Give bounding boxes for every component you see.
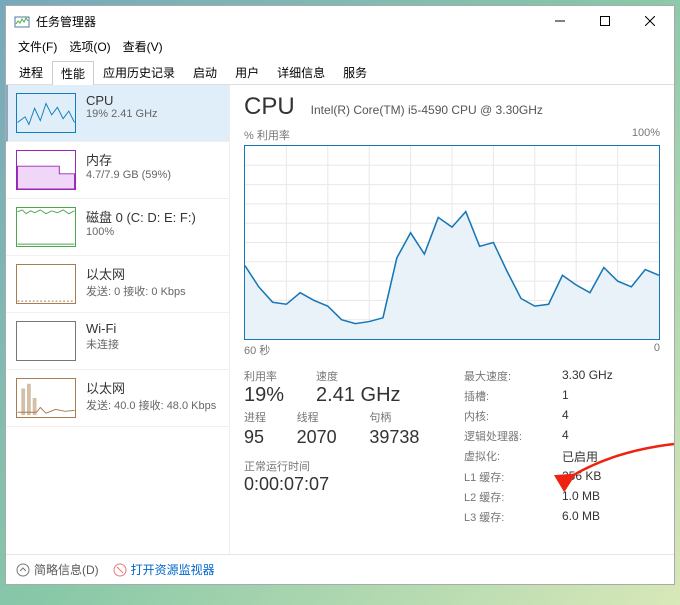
info-key: 内核: bbox=[464, 408, 554, 424]
info-key: 插槽: bbox=[464, 388, 554, 404]
sidebar-item-sub: 19% 2.41 GHz bbox=[86, 108, 158, 120]
info-key: L2 缓存: bbox=[464, 489, 554, 505]
page-title: CPU bbox=[244, 93, 295, 121]
open-resource-monitor-link[interactable]: 打开资源监视器 bbox=[113, 561, 215, 578]
info-value: 4 bbox=[562, 408, 660, 424]
tab-users[interactable]: 用户 bbox=[226, 60, 268, 84]
chart-ylabel: % 利用率 bbox=[244, 127, 290, 143]
menu-view[interactable]: 查看(V) bbox=[117, 36, 169, 57]
info-value: 1.0 MB bbox=[562, 489, 660, 505]
fewer-details-link[interactable]: 简略信息(D) bbox=[16, 561, 99, 578]
footer: 简略信息(D) 打开资源监视器 bbox=[6, 554, 674, 584]
sidebar-item-以太网[interactable]: 以太网发送: 0 接收: 0 Kbps bbox=[6, 256, 229, 313]
util-value: 19% bbox=[244, 384, 284, 407]
mini-graph bbox=[16, 207, 76, 247]
titlebar[interactable]: 任务管理器 bbox=[6, 6, 674, 36]
uptime-value: 0:00:07:07 bbox=[244, 474, 434, 495]
sidebar-item-sub: 发送: 0 接收: 0 Kbps bbox=[86, 283, 186, 299]
mini-graph bbox=[16, 378, 76, 418]
mini-graph bbox=[16, 93, 76, 133]
sidebar-item-cpu[interactable]: CPU19% 2.41 GHz bbox=[6, 85, 229, 142]
chart-ymax: 100% bbox=[632, 127, 660, 143]
util-label: 利用率 bbox=[244, 368, 298, 384]
close-button[interactable] bbox=[627, 7, 672, 35]
cpu-model: Intel(R) Core(TM) i5-4590 CPU @ 3.30GHz bbox=[311, 103, 543, 117]
menu-file[interactable]: 文件(F) bbox=[12, 36, 63, 57]
sidebar-item-title: 以太网 bbox=[86, 264, 186, 283]
tab-performance[interactable]: 性能 bbox=[52, 61, 94, 85]
handle-value: 39738 bbox=[369, 427, 420, 448]
chevron-up-circle-icon bbox=[16, 563, 30, 577]
tab-apphistory[interactable]: 应用历史记录 bbox=[94, 60, 184, 84]
thread-label: 线程 bbox=[297, 409, 352, 425]
sidebar-item-sub: 发送: 40.0 接收: 48.0 Kbps bbox=[86, 397, 216, 413]
menubar: 文件(F) 选项(O) 查看(V) bbox=[6, 36, 674, 56]
info-value: 1 bbox=[562, 388, 660, 404]
speed-value: 2.41 GHz bbox=[316, 384, 400, 407]
tabbar: 进程 性能 应用历史记录 启动 用户 详细信息 服务 bbox=[6, 56, 674, 85]
info-value: 256 KB bbox=[562, 469, 660, 485]
sidebar-item-sub: 4.7/7.9 GB (59%) bbox=[86, 169, 171, 181]
sidebar-item-sub: 100% bbox=[86, 226, 196, 238]
chart-xmax: 60 秒 bbox=[244, 342, 270, 358]
info-value: 6.0 MB bbox=[562, 509, 660, 525]
content-area: CPU19% 2.41 GHz内存4.7/7.9 GB (59%)磁盘 0 (C… bbox=[6, 85, 674, 554]
info-key: 虚拟化: bbox=[464, 448, 554, 465]
sidebar-item-磁盘 0 (c: d: e: f:)[interactable]: 磁盘 0 (C: D: E: F:)100% bbox=[6, 199, 229, 256]
thread-value: 2070 bbox=[297, 427, 338, 448]
sidebar-item-title: Wi-Fi bbox=[86, 321, 119, 336]
sidebar-item-title: 以太网 bbox=[86, 378, 216, 397]
sidebar-item-以太网[interactable]: 以太网发送: 40.0 接收: 48.0 Kbps bbox=[6, 370, 229, 427]
mini-graph bbox=[16, 264, 76, 304]
main-panel: CPU Intel(R) Core(TM) i5-4590 CPU @ 3.30… bbox=[230, 85, 674, 554]
window-title: 任务管理器 bbox=[36, 13, 537, 30]
sidebar-item-wi-fi[interactable]: Wi-Fi未连接 bbox=[6, 313, 229, 370]
tab-services[interactable]: 服务 bbox=[334, 60, 376, 84]
info-value: 已启用 bbox=[562, 448, 660, 465]
mini-graph bbox=[16, 150, 76, 190]
tab-startup[interactable]: 启动 bbox=[184, 60, 226, 84]
sidebar-item-title: 磁盘 0 (C: D: E: F:) bbox=[86, 207, 196, 226]
info-key: L1 缓存: bbox=[464, 469, 554, 485]
proc-label: 进程 bbox=[244, 409, 279, 425]
maximize-button[interactable] bbox=[582, 7, 627, 35]
taskmgr-icon bbox=[14, 13, 30, 29]
info-key: 最大速度: bbox=[464, 368, 554, 384]
cpu-utilization-chart[interactable] bbox=[244, 145, 660, 340]
sidebar-item-内存[interactable]: 内存4.7/7.9 GB (59%) bbox=[6, 142, 229, 199]
info-value: 3.30 GHz bbox=[562, 368, 660, 384]
mini-graph bbox=[16, 321, 76, 361]
minimize-button[interactable] bbox=[537, 7, 582, 35]
sidebar-item-title: CPU bbox=[86, 93, 158, 108]
sidebar: CPU19% 2.41 GHz内存4.7/7.9 GB (59%)磁盘 0 (C… bbox=[6, 85, 230, 554]
info-key: 逻辑处理器: bbox=[464, 428, 554, 444]
sidebar-item-sub: 未连接 bbox=[86, 336, 119, 352]
uptime-label: 正常运行时间 bbox=[244, 458, 434, 474]
info-key: L3 缓存: bbox=[464, 509, 554, 525]
speed-label: 速度 bbox=[316, 368, 414, 384]
tab-processes[interactable]: 进程 bbox=[10, 60, 52, 84]
sidebar-item-title: 内存 bbox=[86, 150, 171, 169]
info-value: 4 bbox=[562, 428, 660, 444]
handle-label: 句柄 bbox=[369, 409, 434, 425]
chart-xmin: 0 bbox=[654, 342, 660, 358]
task-manager-window: 任务管理器 文件(F) 选项(O) 查看(V) 进程 性能 应用历史记录 启动 … bbox=[5, 5, 675, 585]
menu-options[interactable]: 选项(O) bbox=[63, 36, 116, 57]
resmon-icon bbox=[113, 563, 127, 577]
proc-value: 95 bbox=[244, 427, 265, 448]
tab-details[interactable]: 详细信息 bbox=[268, 60, 334, 84]
stats: 利用率 19% 速度 2.41 GHz 进程 线程 句柄 95 2070 bbox=[244, 368, 660, 525]
